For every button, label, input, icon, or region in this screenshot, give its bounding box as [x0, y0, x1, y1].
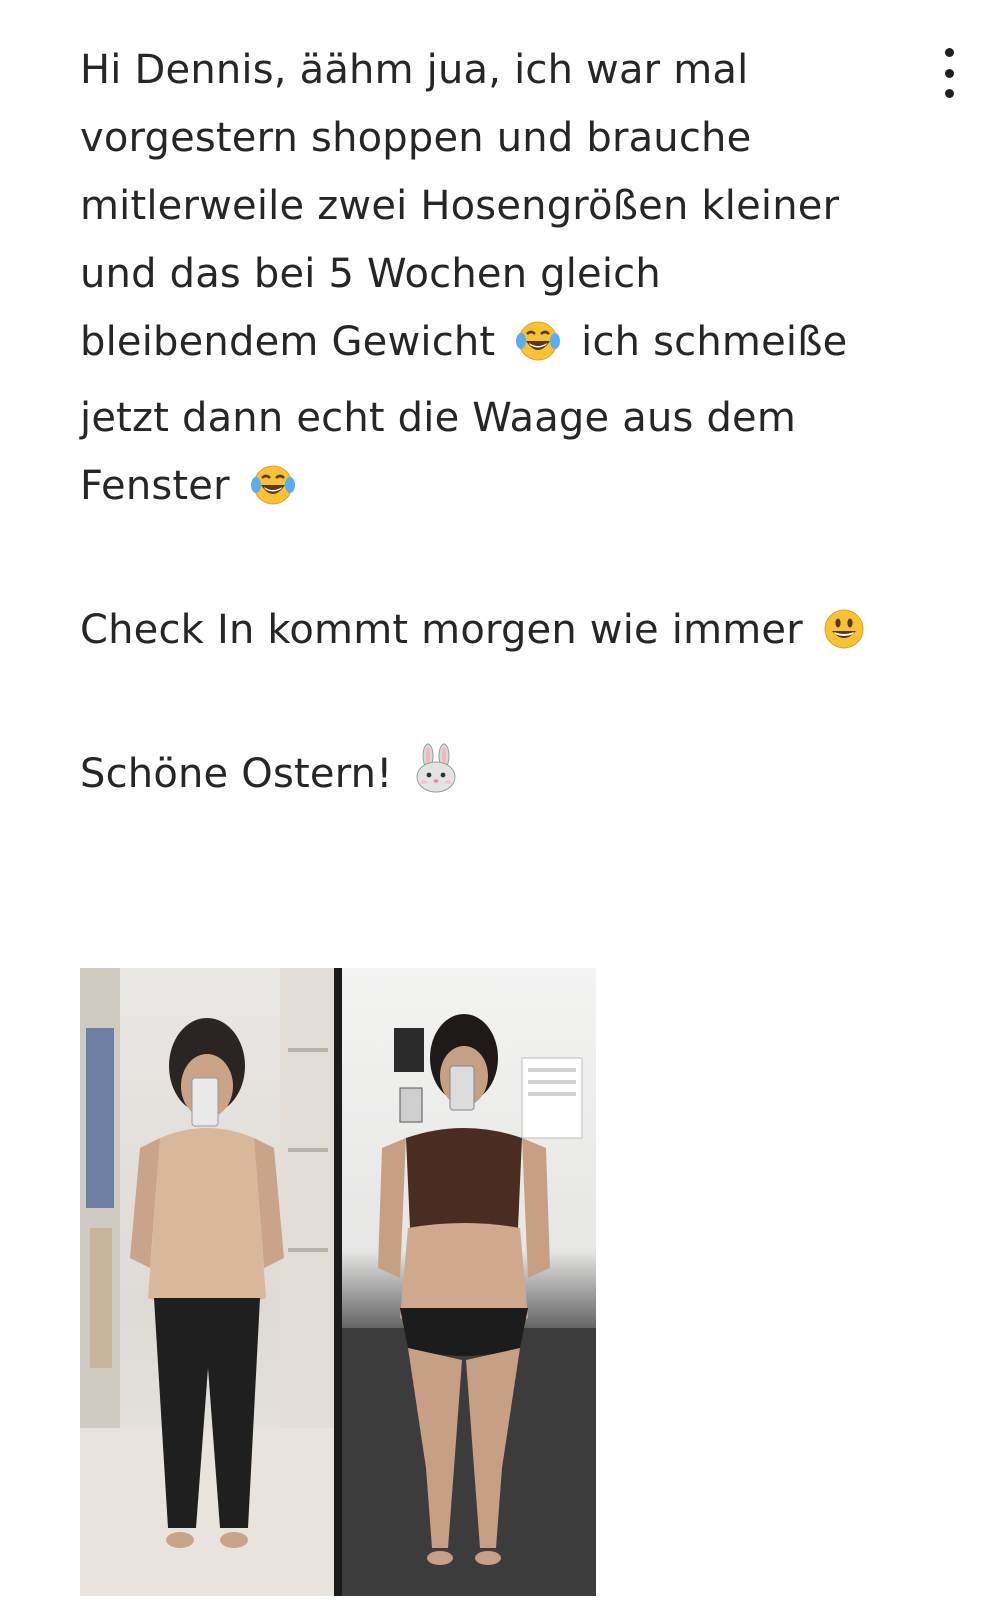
menu-dot [944, 48, 954, 57]
message-paragraph-1: Hi Dennis, äähm jua, ich war mal vorgest… [80, 36, 910, 528]
message-text-segment: Schöne Ostern! [80, 751, 393, 797]
photo-after-illustration [80, 968, 334, 1596]
photo-before [342, 968, 596, 1596]
face-with-tears-of-joy-icon [249, 460, 297, 528]
message-text-segment: Hi Dennis, äähm jua, ich war mal vorgest… [80, 47, 840, 365]
grinning-face-icon [822, 604, 866, 672]
message-text: Hi Dennis, äähm jua, ich war mal vorgest… [80, 36, 910, 816]
photo-after [80, 968, 334, 1596]
face-with-tears-of-joy-icon [514, 316, 562, 384]
message-text-segment: Check In kommt morgen wie immer [80, 607, 803, 653]
menu-dot [944, 68, 954, 78]
rabbit-face-icon [411, 743, 461, 816]
message-paragraph-3: Schöne Ostern! [80, 740, 910, 816]
photo-before-illustration [342, 1014, 596, 1596]
menu-dot [944, 89, 954, 98]
progress-photo-attachment[interactable] [80, 968, 596, 1596]
more-vertical-icon[interactable] [938, 48, 960, 98]
message-paragraph-2: Check In kommt morgen wie immer [80, 596, 910, 672]
